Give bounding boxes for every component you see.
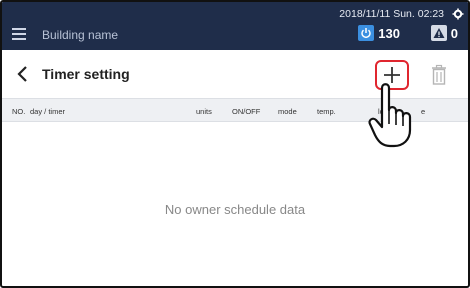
trash-icon xyxy=(432,64,446,85)
empty-state-message: No owner schedule data xyxy=(164,202,306,217)
column-day-timer: day / timer xyxy=(30,107,66,116)
gear-icon[interactable] xyxy=(452,8,464,20)
column-fan: e xyxy=(421,107,426,116)
alarm-status[interactable]: 0 xyxy=(430,24,458,42)
column-units: units xyxy=(196,107,212,116)
column-no: NO. xyxy=(12,107,26,116)
delete-button[interactable] xyxy=(430,64,448,86)
hand-pointer-icon xyxy=(368,83,412,148)
chevron-left-icon[interactable] xyxy=(16,64,30,84)
building-name: Building name xyxy=(42,28,119,42)
alarm-count: 0 xyxy=(450,25,458,41)
column-mode: mode xyxy=(278,107,297,116)
alarm-icon xyxy=(430,25,447,41)
column-onoff: ON/OFF xyxy=(232,107,261,116)
power-count: 130 xyxy=(378,25,400,41)
power-status[interactable]: 130 xyxy=(358,24,400,42)
app-window: Building name 2018/11/11 Sun. 02:23 130 xyxy=(0,0,470,288)
page-title: Timer setting xyxy=(42,66,130,82)
datetime: 2018/11/11 Sun. 02:23 xyxy=(339,8,444,20)
power-icon xyxy=(358,25,375,41)
menu-icon[interactable] xyxy=(12,28,26,40)
column-temp: temp. xyxy=(317,107,336,116)
status-bar: Building name 2018/11/11 Sun. 02:23 130 xyxy=(2,2,468,50)
